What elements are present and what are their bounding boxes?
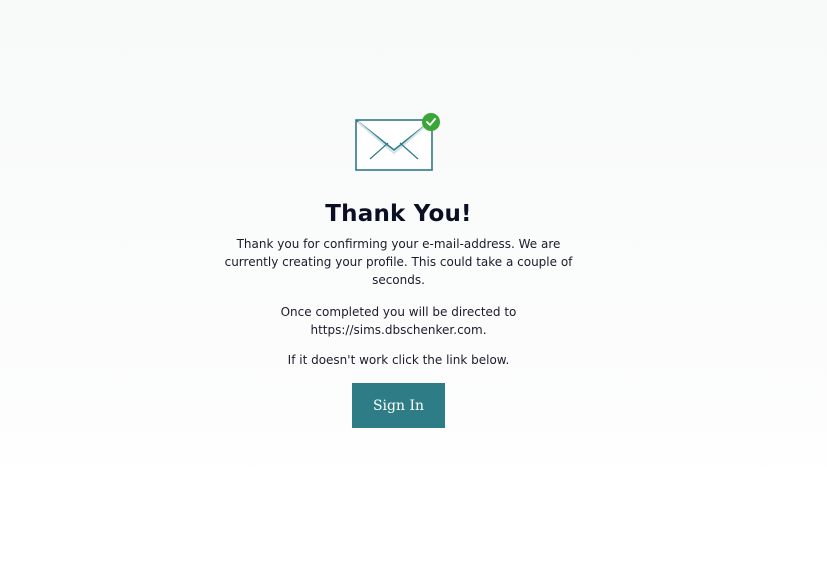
envelope-icon	[354, 113, 440, 171]
envelope-check-graphic	[354, 110, 444, 172]
sign-in-button[interactable]: Sign In	[352, 383, 445, 428]
redirect-message: Once completed you will be directed to h…	[280, 305, 517, 337]
confirmation-panel: Thank You! Thank you for confirming your…	[0, 0, 797, 428]
confirmation-message: Thank you for confirming your e-mail-add…	[224, 237, 573, 287]
fallback-message: If it doesn't work click the link below.	[287, 353, 510, 367]
page-title: Thank You!	[325, 201, 472, 227]
check-badge-icon	[421, 113, 440, 131]
